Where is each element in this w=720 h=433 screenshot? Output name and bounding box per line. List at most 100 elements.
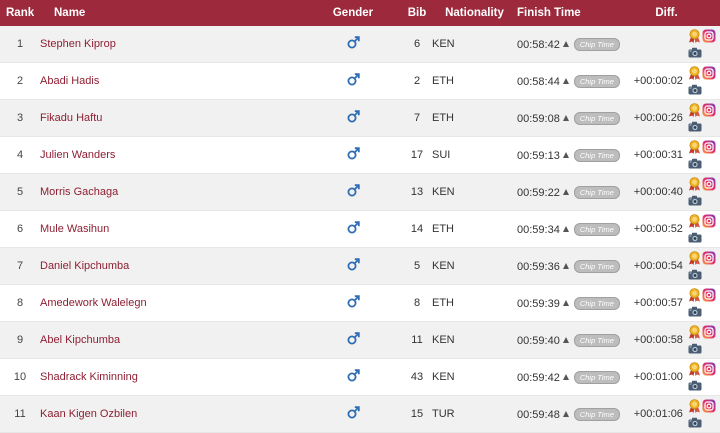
col-header-diff[interactable]: Diff. bbox=[613, 0, 720, 26]
table-row[interactable]: 9 Abel Kipchumba 11 KEN 00:59:40 Chip Tim… bbox=[0, 321, 720, 359]
triangle-up-icon[interactable] bbox=[562, 225, 569, 232]
athlete-name-link[interactable]: Fikadu Haftu bbox=[40, 112, 102, 124]
col-header-bib[interactable]: Bib bbox=[402, 0, 432, 26]
medal-ribbon-icon[interactable] bbox=[688, 398, 701, 413]
col-header-gender[interactable]: Gender bbox=[304, 0, 402, 26]
table-row[interactable]: 10 Shadrack Kiminning 43 KEN 00:59:42 Chi… bbox=[0, 358, 720, 396]
instagram-icon[interactable] bbox=[702, 399, 716, 413]
athlete-name-link[interactable]: Morris Gachaga bbox=[40, 186, 118, 198]
medal-ribbon-icon[interactable] bbox=[688, 361, 701, 376]
camera-icon[interactable] bbox=[688, 47, 702, 58]
rank-cell: 11 bbox=[0, 395, 40, 433]
table-row[interactable]: 6 Mule Wasihun 14 ETH 00:59:34 Chip Time … bbox=[0, 210, 720, 248]
rank-cell: 10 bbox=[0, 358, 40, 396]
athlete-name-link[interactable]: Julien Wanders bbox=[40, 149, 115, 161]
medal-ribbon-icon[interactable] bbox=[688, 102, 701, 117]
instagram-icon[interactable] bbox=[702, 177, 716, 191]
instagram-icon[interactable] bbox=[702, 66, 716, 80]
camera-icon[interactable] bbox=[688, 121, 702, 132]
triangle-up-icon[interactable] bbox=[562, 299, 569, 306]
diff-cell: +00:00:26 bbox=[613, 99, 720, 137]
camera-icon[interactable] bbox=[688, 232, 702, 243]
medal-ribbon-icon[interactable] bbox=[688, 287, 701, 302]
table-row[interactable]: 2 Abadi Hadis 2 ETH 00:58:44 Chip Time +0… bbox=[0, 62, 720, 100]
gender-cell bbox=[304, 173, 402, 211]
athlete-name-link[interactable]: Kaan Kigen Ozbilen bbox=[40, 408, 137, 420]
col-header-name[interactable]: Name bbox=[40, 0, 304, 26]
medal-ribbon-icon[interactable] bbox=[688, 213, 701, 228]
triangle-up-icon[interactable] bbox=[562, 77, 569, 84]
finish-time-cell: 00:59:42 Chip Time bbox=[517, 358, 620, 396]
chip-time-button[interactable]: Chip Time bbox=[573, 370, 620, 384]
instagram-icon[interactable] bbox=[702, 325, 716, 339]
chip-time-button[interactable]: Chip Time bbox=[573, 259, 620, 273]
chip-time-button[interactable]: Chip Time bbox=[573, 222, 620, 236]
table-row[interactable]: 5 Morris Gachaga 13 KEN 00:59:22 Chip Tim… bbox=[0, 173, 720, 211]
diff-cell: +00:00:52 bbox=[613, 210, 720, 248]
triangle-up-icon[interactable] bbox=[562, 188, 569, 195]
instagram-icon[interactable] bbox=[702, 29, 716, 43]
chip-time-button[interactable]: Chip Time bbox=[573, 148, 620, 162]
rank-cell: 4 bbox=[0, 136, 40, 174]
table-row[interactable]: 1 Stephen Kiprop 6 KEN 00:58:42 Chip Time bbox=[0, 26, 720, 63]
camera-icon[interactable] bbox=[688, 269, 702, 280]
camera-icon[interactable] bbox=[688, 84, 702, 95]
table-row[interactable]: 8 Amedework Walelegn 8 ETH 00:59:39 Chip … bbox=[0, 284, 720, 322]
chip-time-button[interactable]: Chip Time bbox=[573, 111, 620, 125]
diff-cell: +00:00:31 bbox=[613, 136, 720, 174]
gender-cell bbox=[304, 26, 402, 63]
athlete-name-link[interactable]: Shadrack Kiminning bbox=[40, 371, 138, 383]
chip-time-button[interactable]: Chip Time bbox=[573, 333, 620, 347]
instagram-icon[interactable] bbox=[702, 103, 716, 117]
col-header-nationality[interactable]: Nationality bbox=[432, 0, 517, 26]
camera-icon[interactable] bbox=[688, 158, 702, 169]
table-row[interactable]: 11 Kaan Kigen Ozbilen 15 TUR 00:59:48 Chi… bbox=[0, 395, 720, 433]
camera-icon[interactable] bbox=[688, 417, 702, 428]
chip-time-button[interactable]: Chip Time bbox=[573, 407, 620, 421]
medal-ribbon-icon[interactable] bbox=[688, 65, 701, 80]
triangle-up-icon[interactable] bbox=[562, 151, 569, 158]
triangle-up-icon[interactable] bbox=[562, 373, 569, 380]
name-cell: Kaan Kigen Ozbilen bbox=[40, 395, 304, 433]
medal-ribbon-icon[interactable] bbox=[688, 176, 701, 191]
camera-icon[interactable] bbox=[688, 306, 702, 317]
triangle-up-icon[interactable] bbox=[562, 40, 569, 47]
medal-ribbon-icon[interactable] bbox=[688, 324, 701, 339]
triangle-up-icon[interactable] bbox=[562, 410, 569, 417]
diff-value: +00:00:26 bbox=[633, 112, 683, 124]
athlete-name-link[interactable]: Amedework Walelegn bbox=[40, 297, 147, 309]
instagram-icon[interactable] bbox=[702, 214, 716, 228]
chip-time-button[interactable]: Chip Time bbox=[573, 37, 620, 51]
athlete-name-link[interactable]: Daniel Kipchumba bbox=[40, 260, 129, 272]
triangle-up-icon[interactable] bbox=[562, 114, 569, 121]
finish-time-cell: 00:59:13 Chip Time bbox=[517, 136, 620, 174]
triangle-up-icon[interactable] bbox=[562, 336, 569, 343]
instagram-icon[interactable] bbox=[702, 140, 716, 154]
medal-ribbon-icon[interactable] bbox=[688, 28, 701, 43]
instagram-icon[interactable] bbox=[702, 362, 716, 376]
medal-ribbon-icon[interactable] bbox=[688, 250, 701, 265]
instagram-icon[interactable] bbox=[702, 251, 716, 265]
table-row[interactable]: 3 Fikadu Haftu 7 ETH 00:59:08 Chip Time +… bbox=[0, 99, 720, 137]
camera-icon[interactable] bbox=[688, 343, 702, 354]
col-header-finish-time[interactable]: Finish Time bbox=[517, 0, 613, 26]
row-actions bbox=[688, 286, 720, 320]
chip-time-button[interactable]: Chip Time bbox=[573, 296, 620, 310]
triangle-up-icon[interactable] bbox=[562, 262, 569, 269]
finish-time-cell: 00:59:34 Chip Time bbox=[517, 210, 620, 248]
medal-ribbon-icon[interactable] bbox=[688, 139, 701, 154]
athlete-name-link[interactable]: Stephen Kiprop bbox=[40, 38, 116, 50]
chip-time-button[interactable]: Chip Time bbox=[573, 185, 620, 199]
gender-cell bbox=[304, 284, 402, 322]
chip-time-button[interactable]: Chip Time bbox=[573, 74, 620, 88]
camera-icon[interactable] bbox=[688, 380, 702, 391]
athlete-name-link[interactable]: Abadi Hadis bbox=[40, 75, 99, 87]
camera-icon[interactable] bbox=[688, 195, 702, 206]
athlete-name-link[interactable]: Mule Wasihun bbox=[40, 223, 109, 235]
table-row[interactable]: 4 Julien Wanders 17 SUI 00:59:13 Chip Tim… bbox=[0, 136, 720, 174]
athlete-name-link[interactable]: Abel Kipchumba bbox=[40, 334, 120, 346]
instagram-icon[interactable] bbox=[702, 288, 716, 302]
table-row[interactable]: 7 Daniel Kipchumba 5 KEN 00:59:36 Chip Ti… bbox=[0, 247, 720, 285]
name-cell: Morris Gachaga bbox=[40, 173, 304, 211]
col-header-rank[interactable]: Rank bbox=[0, 0, 40, 26]
